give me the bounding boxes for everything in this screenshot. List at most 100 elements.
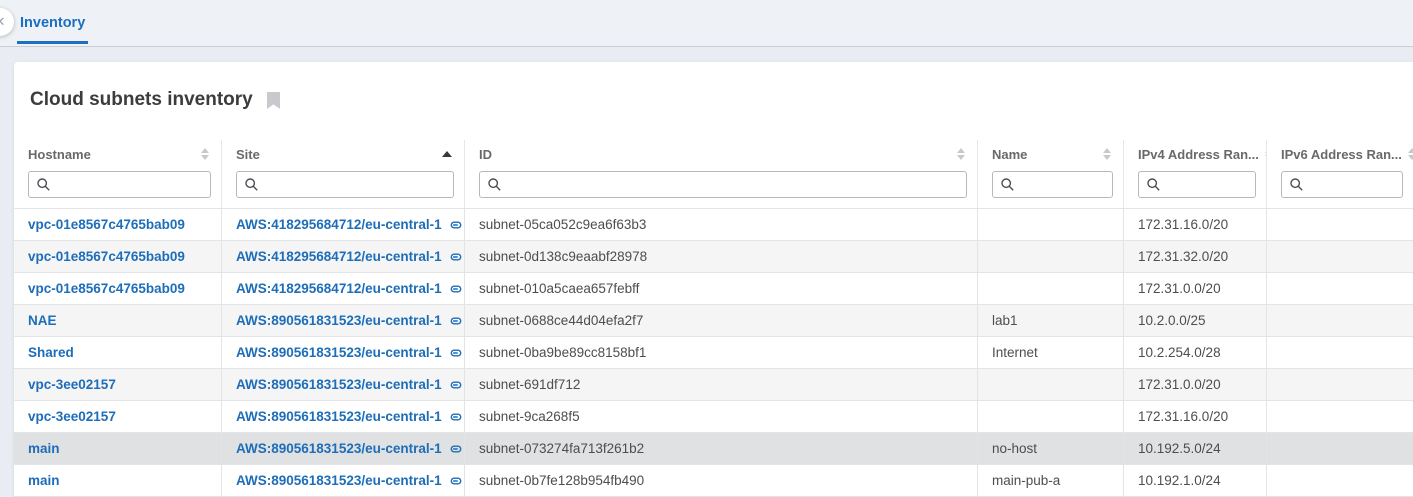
column-header-name[interactable]: Name [978,140,1124,168]
hostname-filter-input[interactable] [28,171,211,198]
ipv6-cell [1267,305,1413,336]
name-cell [978,273,1124,304]
name-cell: lab1 [978,305,1124,336]
link-icon [448,218,462,232]
table-row[interactable]: vpc-3ee02157 AWS:890561831523/eu-central… [14,369,1413,401]
bookmark-icon[interactable] [267,92,280,109]
ipv6-cell [1267,433,1413,464]
column-header-id[interactable]: ID [465,140,978,168]
name-cell [978,369,1124,400]
site-link[interactable]: AWS:890561831523/eu-central-1 [236,377,462,392]
hostname-link[interactable]: vpc-01e8567c4765bab09 [28,249,185,264]
column-header-ipv4[interactable]: IPv4 Address Ran... [1124,140,1267,168]
site-link[interactable]: AWS:418295684712/eu-central-1 [236,249,462,264]
id-cell: subnet-9ca268f5 [465,401,978,432]
hostname-link[interactable]: vpc-3ee02157 [28,377,116,392]
site-link[interactable]: AWS:890561831523/eu-central-1 [236,313,462,328]
table-row[interactable]: Shared AWS:890561831523/eu-central-1 sub… [14,337,1413,369]
site-link[interactable]: AWS:890561831523/eu-central-1 [236,409,462,424]
name-cell: no-host [978,433,1124,464]
column-header-hostname[interactable]: Hostname [14,140,222,168]
id-cell: subnet-0d138c9eaabf28978 [465,241,978,272]
column-header-site[interactable]: Site [222,140,465,168]
ipv4-cell: 172.31.16.0/20 [1124,209,1267,240]
collapse-handle-button[interactable]: ✕ [0,8,14,36]
id-cell: subnet-0688ce44d04efa2f7 [465,305,978,336]
column-label: ID [479,147,492,162]
table-row[interactable]: NAE AWS:890561831523/eu-central-1 subnet… [14,305,1413,337]
name-cell [978,241,1124,272]
hostname-link[interactable]: main [28,473,60,488]
sort-asc-icon[interactable] [442,151,452,157]
ipv6-cell [1267,241,1413,272]
table-row[interactable]: vpc-01e8567c4765bab09 AWS:418295684712/e… [14,241,1413,273]
ipv4-cell: 10.192.5.0/24 [1124,433,1267,464]
column-label: IPv4 Address Ran... [1138,147,1259,162]
ipv6-cell [1267,369,1413,400]
table-row[interactable]: vpc-3ee02157 AWS:890561831523/eu-central… [14,401,1413,433]
name-filter-input[interactable] [992,171,1113,198]
name-cell: main-pub-a [978,465,1124,496]
table-body: vpc-01e8567c4765bab09 AWS:418295684712/e… [14,208,1413,497]
ipv4-cell: 172.31.32.0/20 [1124,241,1267,272]
id-filter-input[interactable] [479,171,967,198]
name-cell: Internet [978,337,1124,368]
hostname-link[interactable]: Shared [28,345,74,360]
hostname-link[interactable]: vpc-01e8567c4765bab09 [28,217,185,232]
site-link[interactable]: AWS:890561831523/eu-central-1 [236,473,462,488]
id-cell: subnet-073274fa713f261b2 [465,433,978,464]
site-link[interactable]: AWS:890561831523/eu-central-1 [236,441,462,456]
id-cell: subnet-0b7fe128b954fb490 [465,465,978,496]
id-cell: subnet-05ca052c9ea6f63b3 [465,209,978,240]
sort-icon[interactable] [957,148,965,160]
table-filter-row [14,168,1413,208]
id-cell: subnet-691df712 [465,369,978,400]
ipv4-cell: 172.31.0.0/20 [1124,369,1267,400]
hostname-link[interactable]: main [28,441,60,456]
id-cell: subnet-0ba9be89cc8158bf1 [465,337,978,368]
link-icon [448,378,462,392]
ipv4-cell: 172.31.0.0/20 [1124,273,1267,304]
sort-icon[interactable] [201,148,209,160]
column-label: IPv6 Address Ran... [1281,147,1402,162]
column-header-ipv6[interactable]: IPv6 Address Ran... [1267,140,1413,168]
link-icon [448,474,462,488]
ipv4-cell: 10.2.0.0/25 [1124,305,1267,336]
ipv6-filter-input[interactable] [1281,171,1403,198]
ipv6-cell [1267,273,1413,304]
tab-bar: ✕ Inventory [0,0,1413,47]
table-row[interactable]: vpc-01e8567c4765bab09 AWS:418295684712/e… [14,273,1413,305]
close-icon: ✕ [0,14,5,30]
tab-inventory[interactable]: Inventory [17,0,88,44]
name-cell [978,209,1124,240]
link-icon [448,314,462,328]
ipv4-filter-input[interactable] [1138,171,1256,198]
hostname-link[interactable]: vpc-3ee02157 [28,409,116,424]
page-title: Cloud subnets inventory [30,89,253,111]
id-cell: subnet-010a5caea657febff [465,273,978,304]
site-link[interactable]: AWS:890561831523/eu-central-1 [236,345,462,360]
inventory-card: Cloud subnets inventory Hostname Site ID… [14,62,1413,497]
link-icon [448,250,462,264]
site-link[interactable]: AWS:418295684712/eu-central-1 [236,281,462,296]
table-row[interactable]: main AWS:890561831523/eu-central-1 subne… [14,465,1413,497]
sort-icon[interactable] [1408,148,1413,160]
site-filter-input[interactable] [236,171,454,198]
column-label: Name [992,147,1027,162]
table-header-row: Hostname Site ID Name IPv4 Address Ran..… [14,140,1413,168]
ipv6-cell [1267,337,1413,368]
sort-icon[interactable] [1103,148,1111,160]
name-cell [978,401,1124,432]
ipv4-cell: 172.31.16.0/20 [1124,401,1267,432]
table-row[interactable]: vpc-01e8567c4765bab09 AWS:418295684712/e… [14,209,1413,241]
ipv6-cell [1267,209,1413,240]
hostname-link[interactable]: vpc-01e8567c4765bab09 [28,281,185,296]
table-row[interactable]: main AWS:890561831523/eu-central-1 subne… [14,433,1413,465]
hostname-link[interactable]: NAE [28,313,57,328]
site-link[interactable]: AWS:418295684712/eu-central-1 [236,217,462,232]
link-icon [448,410,462,424]
link-icon [448,282,462,296]
link-icon [448,346,462,360]
link-icon [448,442,462,456]
ipv6-cell [1267,465,1413,496]
